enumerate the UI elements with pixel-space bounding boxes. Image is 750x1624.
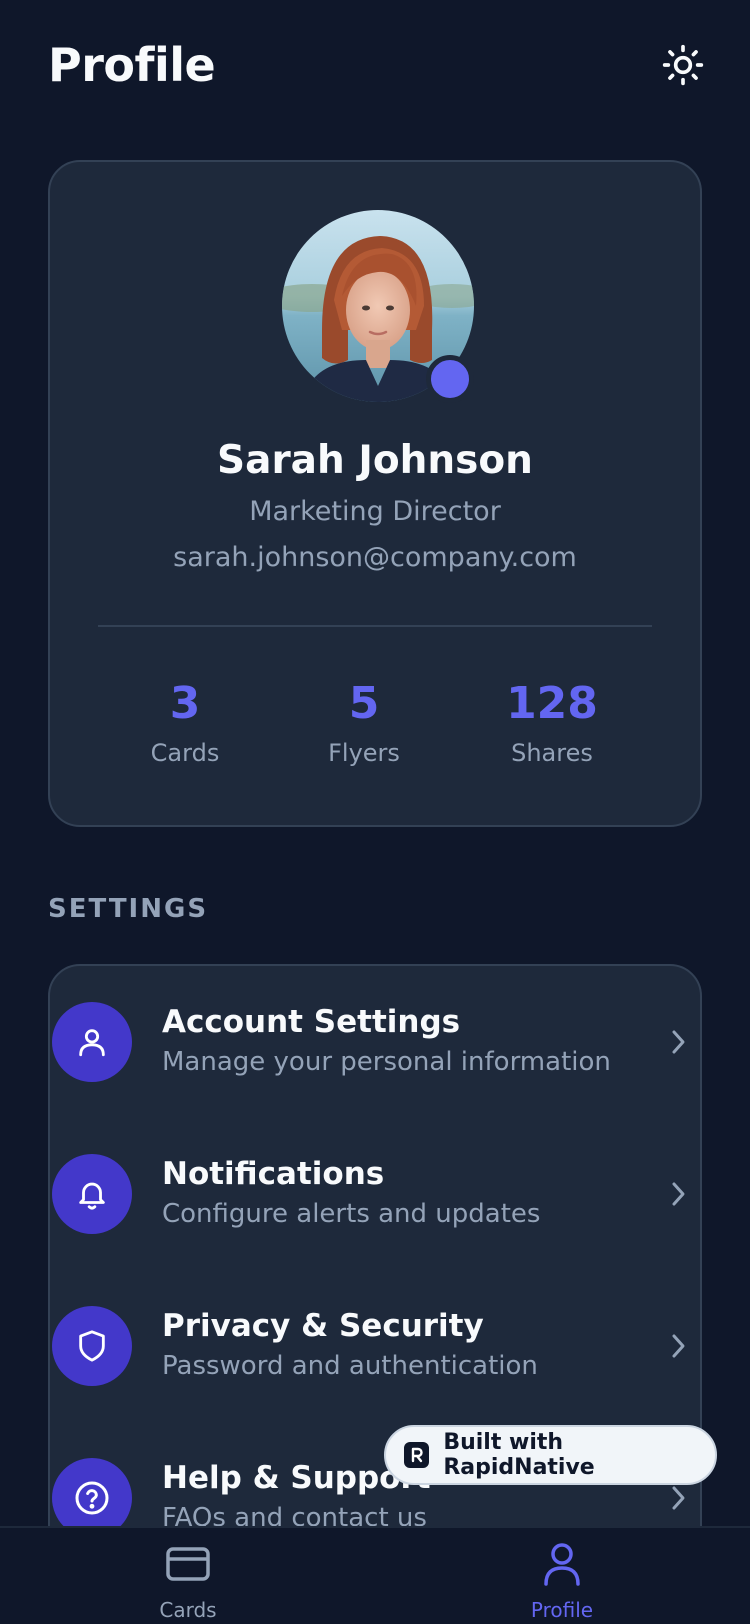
page-title: Profile: [48, 38, 216, 92]
badge-label: Built with RapidNative: [443, 1430, 595, 1480]
profile-card: Sarah Johnson Marketing Director sarah.j…: [48, 160, 702, 827]
stat-shares[interactable]: 128 Shares: [472, 677, 632, 767]
shield-icon: [52, 1306, 132, 1386]
setting-subtitle: Manage your personal information: [162, 1047, 611, 1077]
nav-tab-cards[interactable]: Cards: [108, 1540, 268, 1622]
stat-label: Cards: [150, 739, 220, 767]
stat-value: 128: [506, 678, 598, 729]
stat-cards[interactable]: 3 Cards: [105, 677, 265, 767]
user-icon: [482, 1540, 642, 1588]
built-with-badge[interactable]: Built with RapidNative: [384, 1425, 717, 1485]
divider: [98, 625, 652, 627]
stat-label: Flyers: [328, 739, 400, 767]
stat-value: 3: [169, 678, 201, 729]
setting-notifications[interactable]: Notifications Configure alerts and updat…: [50, 1118, 704, 1270]
online-status-indicator: [426, 355, 474, 403]
setting-privacy-security[interactable]: Privacy & Security Password and authenti…: [50, 1270, 704, 1422]
chevron-right-icon: [664, 1484, 692, 1512]
chevron-right-icon: [664, 1180, 692, 1208]
rapidnative-logo-icon: [404, 1442, 430, 1468]
user-email: sarah.johnson@company.com: [173, 542, 577, 573]
sun-icon: [662, 44, 704, 86]
header: Profile: [48, 34, 704, 96]
profile-screen: Profile Sarah Johnson Marketing Director…: [0, 0, 750, 1624]
stats-row: 3 Cards 5 Flyers 128 Shares: [98, 677, 652, 787]
bottom-nav: Cards Profile: [0, 1526, 750, 1624]
setting-account[interactable]: Account Settings Manage your personal in…: [50, 966, 704, 1118]
user-role: Marketing Director: [249, 496, 501, 527]
stat-flyers[interactable]: 5 Flyers: [284, 677, 444, 767]
nav-label: Profile: [530, 1598, 594, 1622]
nav-tab-profile[interactable]: Profile: [482, 1540, 642, 1622]
user-icon: [52, 1002, 132, 1082]
credit-card-icon: [108, 1540, 268, 1588]
stat-value: 5: [348, 678, 380, 729]
chevron-right-icon: [664, 1028, 692, 1056]
stat-label: Shares: [511, 739, 593, 767]
setting-subtitle: Password and authentication: [162, 1351, 538, 1381]
user-name: Sarah Johnson: [217, 438, 533, 483]
theme-toggle-button[interactable]: [658, 40, 708, 90]
setting-title: Account Settings: [162, 1004, 461, 1040]
settings-section-label: SETTINGS: [48, 894, 209, 924]
setting-title: Privacy & Security: [162, 1308, 484, 1344]
bell-icon: [52, 1154, 132, 1234]
setting-subtitle: Configure alerts and updates: [162, 1199, 541, 1229]
nav-label: Cards: [159, 1598, 217, 1622]
chevron-right-icon: [664, 1332, 692, 1360]
settings-list: Account Settings Manage your personal in…: [48, 964, 702, 1624]
setting-title: Notifications: [162, 1156, 385, 1192]
